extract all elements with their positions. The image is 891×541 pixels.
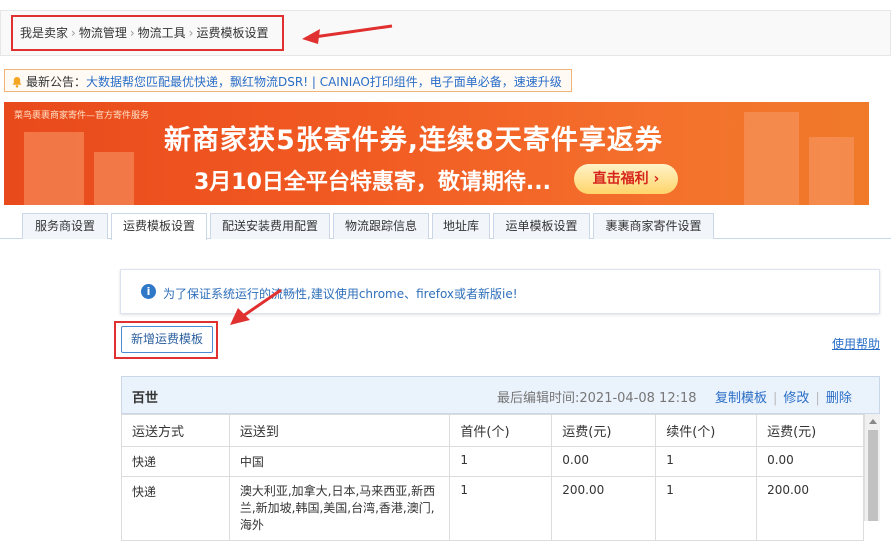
copy-template-link[interactable]: 复制模板 [715,391,767,406]
chevron-right-icon: › [71,26,76,40]
tab-shipping-template[interactable]: 运费模板设置 [111,213,207,240]
banner-cta-button[interactable]: 直击福利 › [574,164,678,194]
breadcrumb-item-logistics[interactable]: 物流管理 [79,26,127,40]
breadcrumb-item-tools[interactable]: 物流工具 [138,26,186,40]
template-last-edited: 最后编辑时间:2021-04-08 12:18 [497,391,697,406]
divider: | [773,391,778,406]
chevron-right-icon: › [129,26,135,40]
column-header: 首件(个) [449,414,553,447]
tab-logistics-tracking[interactable]: 物流跟踪信息 [333,213,429,239]
table-cell: 1 [449,476,553,541]
announcement-label: 最新公告： [26,75,87,89]
table-cell: 快递 [121,476,230,541]
tab-delivery-install-fee[interactable]: 配送安装费用配置 [210,213,330,239]
announcement-link[interactable]: 大数据帮您匹配最优快递，飘红物流DSR! | CAINIAO打印组件，电子面单必… [86,75,562,89]
banner-decoration [744,112,799,205]
banner-headline: 新商家获5张寄件券,连续8天寄件享返券 [164,125,663,156]
announcement-bar: 最新公告：大数据帮您匹配最优快递，飘红物流DSR! | CAINIAO打印组件，… [4,69,572,92]
column-header: 运送到 [228,414,451,447]
template-name: 百世 [132,391,159,406]
scroll-up-icon[interactable] [869,419,877,424]
template-actions: 复制模板 | 修改 | 删除 [715,387,852,406]
red-arrow-icon [230,288,282,325]
browser-tip-text: 为了保证系统运行的流畅性,建议使用chrome、firefox或者新版ie! [163,287,518,301]
tab-guoguo-shipping[interactable]: 裹裹商家寄件设置 [593,213,714,239]
tab-waybill-template[interactable]: 运单模板设置 [493,213,590,239]
divider: | [815,391,820,406]
breadcrumb-item-seller[interactable]: 我是卖家 [20,26,68,40]
help-link[interactable]: 使用帮助 [832,335,880,352]
table-cell: 0.00 [551,446,657,477]
table-cell: 1 [449,446,553,477]
shipping-rate-table: 运送方式 运送到 首件(个) 运费(元) 续件(个) 运费(元) 快递 中国 1… [121,414,864,541]
column-header: 运送方式 [121,414,230,447]
info-icon: i [141,284,156,299]
tab-service-provider[interactable]: 服务商设置 [22,213,108,239]
table-cell: 0.00 [756,446,864,477]
table-cell: 中国 [228,446,451,477]
banner-decoration [24,132,84,205]
add-shipping-template-button[interactable]: 新增运费模板 [121,326,213,353]
bell-icon [12,77,22,88]
delete-template-link[interactable]: 删除 [826,391,852,406]
tab-address-book[interactable]: 地址库 [432,213,490,239]
table-cell: 快递 [121,446,230,477]
column-header: 运费(元) [551,414,657,447]
table-cell: 澳大利亚,加拿大,日本,马来西亚,新西兰,新加坡,韩国,美国,台湾,香港,澳门,… [228,476,451,541]
banner-subline: 3月10日全平台特惠寄，敬请期待... [194,170,551,195]
scrollbar-thumb[interactable] [868,430,878,521]
table-scrollbar[interactable] [864,414,880,521]
edit-template-link[interactable]: 修改 [783,391,809,406]
tab-bar: 服务商设置 运费模板设置 配送安装费用配置 物流跟踪信息 地址库 运单模板设置 … [0,213,891,240]
table-row: 快递 中国 1 0.00 1 0.00 [121,446,864,477]
table-cell: 1 [655,446,758,477]
table-row: 快递 澳大利亚,加拿大,日本,马来西亚,新西兰,新加坡,韩国,美国,台湾,香港,… [121,476,864,541]
red-arrow-icon [302,24,393,44]
promo-banner[interactable]: 菜鸟裹裹商家寄件—官方寄件服务 新商家获5张寄件券,连续8天寄件享返券 3月10… [4,102,869,205]
column-header: 续件(个) [655,414,758,447]
table-header-row: 运送方式 运送到 首件(个) 运费(元) 续件(个) 运费(元) [121,414,864,447]
banner-decoration [809,137,854,205]
banner-small-text: 菜鸟裹裹商家寄件—官方寄件服务 [14,111,150,121]
breadcrumb: 我是卖家 › 物流管理 › 物流工具 › 运费模板设置 [20,24,269,41]
table-cell: 1 [655,476,758,541]
banner-decoration [94,152,134,205]
chevron-right-icon: › [188,26,194,40]
breadcrumb-item-current: 运费模板设置 [196,26,269,40]
column-header: 运费(元) [756,414,864,447]
table-cell: 200.00 [551,476,657,541]
table-cell: 200.00 [756,476,864,541]
